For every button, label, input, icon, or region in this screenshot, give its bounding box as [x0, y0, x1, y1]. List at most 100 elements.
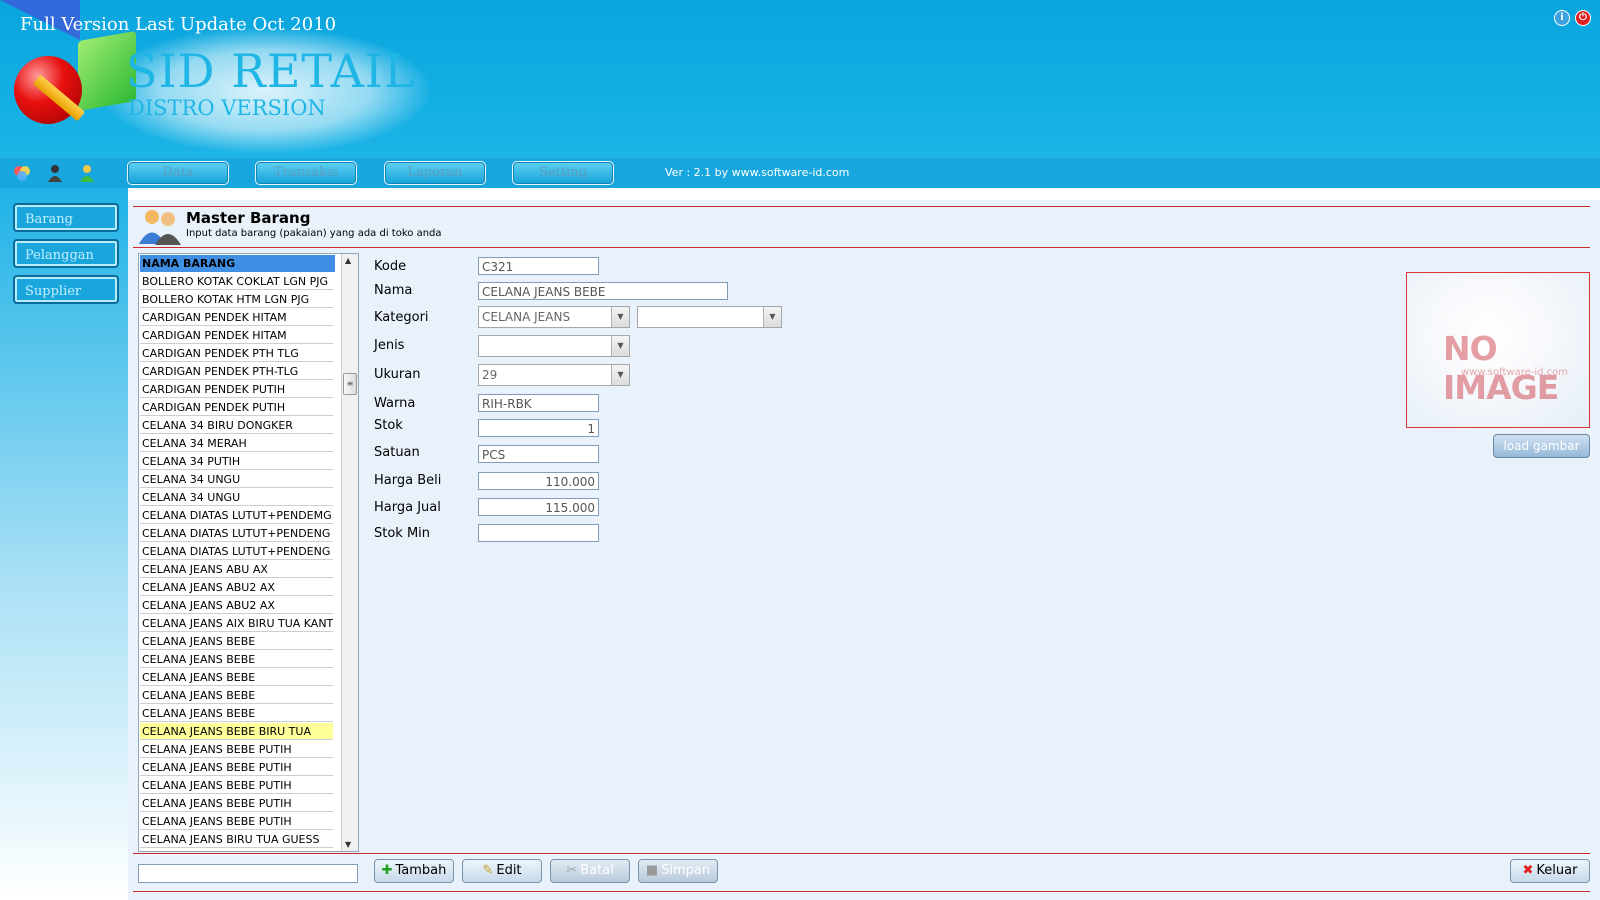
keluar-button[interactable]: ✖ Keluar — [1510, 859, 1590, 883]
sidebar-item-supplier[interactable]: Supplier — [13, 275, 119, 304]
list-item[interactable]: CELANA JEANS AIX BIRU TUA KANTC — [140, 615, 333, 632]
menu-transaksi[interactable]: Transaksi — [255, 161, 357, 185]
search-input[interactable] — [138, 864, 358, 883]
list-item[interactable]: CELANA JEANS BEBE PUTIH — [140, 777, 333, 794]
menu-laporan[interactable]: Laporan — [384, 161, 486, 185]
ukuran-label: Ukuran — [374, 367, 421, 382]
batal-button[interactable]: ✂ Batal — [550, 859, 630, 883]
chevron-down-icon[interactable]: ▼ — [763, 307, 781, 327]
harga-beli-field[interactable]: 110.000 — [478, 472, 599, 490]
cancel-icon: ✂ — [566, 863, 578, 878]
chevron-down-icon[interactable]: ▼ — [611, 365, 629, 385]
simpan-label: Simpan — [661, 863, 711, 878]
chevron-down-icon[interactable]: ▼ — [611, 307, 629, 327]
batal-label: Batal — [580, 863, 614, 878]
list-item[interactable]: BOLLERO KOTAK COKLAT LGN PJG — [140, 273, 333, 290]
warna-field[interactable]: RIH-RBK — [478, 394, 599, 412]
sidebar-item-barang[interactable]: Barang — [13, 203, 119, 232]
list-item[interactable]: CELANA 34 BIRU DONGKER — [140, 417, 333, 434]
scroll-thumb[interactable]: ≡ — [343, 373, 357, 395]
edit-button[interactable]: ✎ Edit — [462, 859, 542, 883]
divider — [133, 853, 1590, 854]
edit-label: Edit — [496, 863, 522, 878]
list-item[interactable]: BOLLERO KOTAK HTM LGN PJG — [140, 291, 333, 308]
list-scrollbar[interactable]: ▲ ≡ ▼ — [341, 254, 358, 851]
warna-label: Warna — [374, 396, 416, 411]
nama-field[interactable]: CELANA JEANS BEBE — [478, 282, 728, 300]
app-title: SID RETAIL — [126, 44, 416, 98]
divider — [133, 891, 1590, 892]
app-subtitle: DISTRO VERSION — [128, 96, 326, 120]
save-icon: ■ — [645, 863, 659, 878]
item-list[interactable]: NAMA BARANG BOLLERO KOTAK COKLAT LGN PJG… — [138, 253, 359, 852]
list-item[interactable]: CELANA JEANS BEBE BIRU TUA — [140, 723, 333, 740]
menu-setting[interactable]: Setting — [512, 161, 614, 185]
version-text: Ver : 2.1 by www.software-id.com — [665, 166, 850, 179]
list-item[interactable]: CELANA JEANS BIRU TUA GUESS — [140, 831, 333, 848]
list-item[interactable]: CELANA DIATAS LUTUT+PENDENG S — [140, 525, 333, 542]
list-item[interactable]: CELANA JEANS BEBE — [140, 651, 333, 668]
stok-min-label: Stok Min — [374, 526, 431, 541]
list-item[interactable]: CARDIGAN PENDEK HITAM — [140, 327, 333, 344]
kategori-label: Kategori — [374, 310, 429, 325]
tambah-button[interactable]: ✚ Tambah — [374, 859, 454, 883]
list-item[interactable]: CELANA JEANS BEBE — [140, 687, 333, 704]
list-header: NAMA BARANG — [140, 255, 335, 272]
info-icon[interactable]: i — [1554, 10, 1570, 26]
user-green-icon[interactable] — [77, 163, 97, 183]
jenis-select[interactable]: ▼ — [478, 335, 630, 357]
list-item[interactable]: CELANA JEANS ABU2 AX — [140, 597, 333, 614]
jenis-label: Jenis — [374, 338, 405, 353]
list-item[interactable]: CELANA 34 UNGU — [140, 489, 333, 506]
list-item[interactable]: CELANA JEANS ABU AX — [140, 561, 333, 578]
sidebar-item-pelanggan[interactable]: Pelanggan — [13, 239, 119, 268]
list-item[interactable]: CARDIGAN PENDEK PUTIH — [140, 381, 333, 398]
power-icon[interactable]: ⏻ — [1575, 10, 1591, 26]
ukuran-value: 29 — [482, 368, 498, 382]
plus-icon: ✚ — [381, 863, 393, 878]
page-title: Master Barang — [186, 209, 311, 227]
kategori-value: CELANA JEANS — [482, 310, 571, 324]
list-item[interactable]: CELANA JEANS BEBE — [140, 633, 333, 650]
list-item[interactable]: CARDIGAN PENDEK PTH-TLG — [140, 363, 333, 380]
stok-min-field[interactable] — [478, 524, 599, 542]
harga-jual-label: Harga Jual — [374, 500, 441, 515]
stok-field[interactable]: 1 — [478, 419, 599, 437]
satuan-field[interactable]: PCS — [478, 445, 599, 463]
load-image-button[interactable]: load gambar — [1493, 434, 1590, 458]
list-item[interactable]: CELANA JEANS BEBE PUTIH — [140, 813, 333, 830]
kategori-select-2[interactable]: ▼ — [637, 306, 782, 328]
stok-label: Stok — [374, 418, 403, 433]
kode-label: Kode — [374, 259, 407, 274]
menu-data[interactable]: Data — [127, 161, 229, 185]
list-item[interactable]: CARDIGAN PENDEK PUTIH — [140, 399, 333, 416]
simpan-button[interactable]: ■ Simpan — [638, 859, 718, 883]
scroll-up-icon[interactable]: ▲ — [345, 256, 351, 265]
list-item[interactable]: CELANA 34 MERAH — [140, 435, 333, 452]
users-icon — [139, 210, 181, 245]
user-dark-icon[interactable] — [45, 163, 65, 183]
chevron-down-icon[interactable]: ▼ — [611, 336, 629, 356]
ukuran-select[interactable]: 29 ▼ — [478, 364, 630, 386]
list-item[interactable]: CELANA JEANS BEBE PUTIH — [140, 741, 333, 758]
colors-icon[interactable] — [12, 163, 32, 183]
harga-jual-field[interactable]: 115.000 — [478, 498, 599, 516]
kode-field[interactable]: C321 — [478, 257, 599, 275]
kategori-select[interactable]: CELANA JEANS ▼ — [478, 306, 630, 328]
list-item[interactable]: CELANA 34 PUTIH — [140, 453, 333, 470]
list-item[interactable]: CARDIGAN PENDEK PTH TLG — [140, 345, 333, 362]
list-item[interactable]: CELANA JEANS BEBE PUTIH — [140, 759, 333, 776]
list-item[interactable]: CELANA JEANS ABU2 AX — [140, 579, 333, 596]
keluar-label: Keluar — [1536, 863, 1578, 878]
list-item[interactable]: CELANA 34 UNGU — [140, 471, 333, 488]
form-header — [133, 206, 1590, 248]
list-item[interactable]: CELANA DIATAS LUTUT+PENDEMG S — [140, 507, 333, 524]
close-icon: ✖ — [1522, 863, 1534, 878]
list-item[interactable]: CARDIGAN PENDEK HITAM — [140, 309, 333, 326]
list-item[interactable]: CELANA JEANS BEBE PUTIH — [140, 795, 333, 812]
scroll-down-icon[interactable]: ▼ — [345, 840, 351, 849]
list-item[interactable]: CELANA DIATAS LUTUT+PENDENG S — [140, 543, 333, 560]
list-item[interactable]: CELANA JEANS BEBE — [140, 669, 333, 686]
harga-beli-label: Harga Beli — [374, 473, 442, 488]
list-item[interactable]: CELANA JEANS BEBE — [140, 705, 333, 722]
